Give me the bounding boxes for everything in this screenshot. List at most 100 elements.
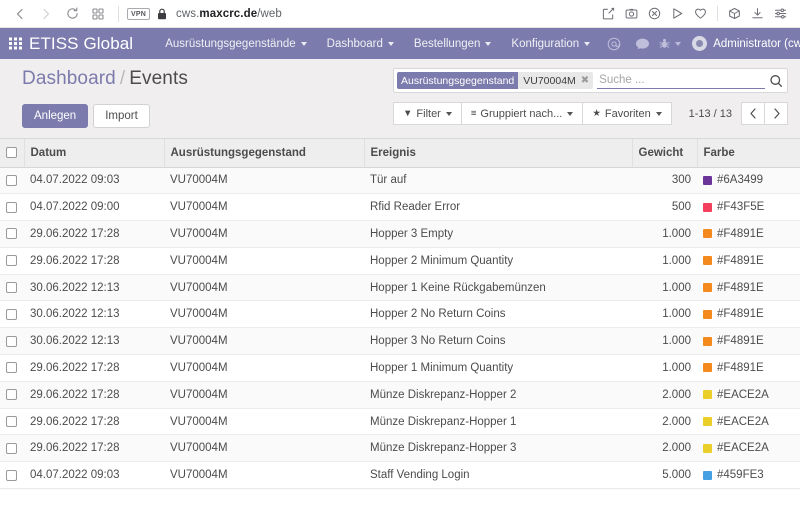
- filter-button[interactable]: ▼ Filter: [393, 102, 462, 125]
- color-swatch: [703, 443, 712, 453]
- pager: 1-13 / 13: [689, 102, 788, 125]
- debug-bug-icon[interactable]: [659, 33, 682, 55]
- table-row[interactable]: 29.06.2022 17:28 VU70004M Münze Diskrepanz…: [0, 408, 800, 436]
- table-row[interactable]: 04.07.2022 09:03 VU70004M Tür auf 300 #6A349…: [0, 167, 800, 195]
- mention-at-icon[interactable]: [603, 33, 625, 55]
- table-row[interactable]: VU70004MNormal9.999#0AA34F: [0, 488, 800, 490]
- breadcrumb-separator: /: [119, 68, 126, 89]
- cell-date: 29.06.2022 17:28: [24, 247, 164, 275]
- search-icon[interactable]: [769, 74, 783, 88]
- user-avatar[interactable]: [692, 36, 708, 51]
- table-row[interactable]: 30.06.2022 12:13 VU70004M Hopper 2 No Retu…: [0, 300, 800, 329]
- row-checkbox[interactable]: [6, 174, 17, 186]
- apps-grid-icon[interactable]: [8, 33, 23, 55]
- row-checkbox[interactable]: [6, 228, 17, 240]
- group-by-button[interactable]: ≡ Gruppiert nach...: [460, 102, 584, 125]
- shield-icon[interactable]: [643, 3, 666, 25]
- table-row[interactable]: 30.06.2022 12:13 VU70004M Hopper 3 No Retu…: [0, 327, 800, 356]
- close-x-icon[interactable]: ✖: [578, 72, 594, 89]
- cell-date: 30.06.2022 12:13: [24, 327, 164, 356]
- table-row[interactable]: 29.06.2022 17:28 VU70004M Münze Diskrepanz…: [0, 381, 800, 409]
- heart-icon[interactable]: [689, 3, 712, 25]
- column-header-event[interactable]: Ereignis: [364, 139, 633, 168]
- row-checkbox[interactable]: [6, 201, 17, 213]
- row-checkbox[interactable]: [6, 282, 17, 294]
- send-icon[interactable]: [666, 3, 689, 25]
- row-checkbox[interactable]: [6, 442, 17, 454]
- cell-color: #F4891E: [697, 354, 800, 382]
- cell-weight: 1.000: [632, 247, 697, 275]
- cell-date: 29.06.2022 17:28: [24, 408, 164, 436]
- table-row[interactable]: 29.06.2022 17:28 VU70004M Hopper 1 Minimum…: [0, 354, 800, 382]
- column-header-equipment[interactable]: Ausrüstungsgegenstand: [164, 139, 365, 168]
- row-checkbox[interactable]: [6, 335, 17, 347]
- row-checkbox[interactable]: [6, 469, 17, 481]
- menu-item-orders[interactable]: Bestellungen: [404, 28, 502, 59]
- app-brand-title[interactable]: ETISS Global: [29, 34, 133, 54]
- import-button[interactable]: Import: [93, 104, 150, 128]
- browser-toolbar: VPN cws.maxcrc.de/web: [0, 0, 800, 28]
- menu-item-equipment[interactable]: Ausrüstungsgegenstände: [155, 28, 316, 59]
- cell-equipment: VU70004M: [164, 461, 364, 490]
- search-facet-value: VU70004M: [518, 72, 579, 89]
- funnel-icon: ▼: [403, 108, 413, 119]
- chevron-down-icon: [300, 41, 307, 46]
- row-select-cell: [0, 274, 24, 302]
- url-path: /web: [257, 7, 282, 20]
- row-checkbox[interactable]: [6, 389, 17, 401]
- search-bar[interactable]: Ausrüstungsgegenstand VU70004M ✖: [393, 68, 788, 93]
- forward-button[interactable]: [34, 3, 58, 25]
- tab-overview-button[interactable]: [86, 3, 110, 25]
- cell-equipment: VU70004M: [164, 408, 364, 436]
- screenshot-icon[interactable]: [620, 3, 643, 25]
- download-icon[interactable]: [746, 3, 769, 25]
- color-hex-label: #F4891E: [717, 361, 764, 374]
- color-swatch: [703, 417, 712, 427]
- cell-event: Münze Diskrepanz-Hopper 3: [364, 434, 632, 463]
- cell-weight: 9.999: [632, 488, 697, 490]
- table-row[interactable]: 29.06.2022 17:28 VU70004M Münze Diskrepanz…: [0, 434, 800, 463]
- address-bar[interactable]: cws.maxcrc.de/web: [176, 8, 282, 20]
- filter-button-label: Filter: [416, 107, 441, 120]
- column-header-weight[interactable]: Gewicht: [632, 139, 698, 168]
- share-icon[interactable]: [597, 3, 620, 25]
- cell-color: #F4891E: [697, 327, 800, 356]
- table-row[interactable]: 29.06.2022 17:28 VU70004M Hopper 2 Minimum…: [0, 247, 800, 275]
- cell-equipment: VU70004M: [164, 247, 364, 275]
- cell-equipment: VU70004M: [164, 167, 364, 195]
- create-button[interactable]: Anlegen: [22, 104, 89, 128]
- row-checkbox[interactable]: [6, 416, 17, 428]
- select-all-checkbox[interactable]: [6, 147, 17, 159]
- table-row[interactable]: 30.06.2022 12:13 VU70004M Hopper 1 Keine R…: [0, 274, 800, 302]
- chat-bubble-icon[interactable]: [631, 33, 653, 55]
- settings-sliders-icon[interactable]: [769, 3, 792, 25]
- color-hex-label: #F43F5E: [717, 201, 765, 214]
- reload-button[interactable]: [60, 3, 84, 25]
- column-header-date[interactable]: Datum: [24, 139, 165, 168]
- search-input[interactable]: [597, 72, 765, 89]
- menu-item-configuration[interactable]: Konfiguration: [501, 28, 600, 59]
- breadcrumb-parent[interactable]: Dashboard: [22, 68, 116, 89]
- color-swatch: [703, 283, 712, 293]
- table-row[interactable]: 04.07.2022 09:00 VU70004M Rfid Reader Erro…: [0, 193, 800, 222]
- pager-prev-button[interactable]: [741, 102, 765, 125]
- chevron-down-icon: [387, 41, 394, 46]
- table-row[interactable]: 29.06.2022 17:28 VU70004M Hopper 3 Empty 1.…: [0, 220, 800, 248]
- cell-date: 29.06.2022 17:28: [24, 354, 164, 382]
- row-checkbox[interactable]: [6, 362, 17, 374]
- pager-next-button[interactable]: [764, 102, 788, 125]
- package-icon[interactable]: [723, 3, 746, 25]
- menu-item-dashboard[interactable]: Dashboard: [317, 28, 404, 59]
- table-row[interactable]: 04.07.2022 09:03 VU70004M Staff Vending Lo…: [0, 461, 800, 490]
- back-button[interactable]: [8, 3, 32, 25]
- cell-date: 29.06.2022 17:28: [24, 220, 164, 248]
- row-checkbox[interactable]: [6, 308, 17, 320]
- favorites-button[interactable]: ★ Favoriten: [582, 102, 672, 125]
- color-swatch: [703, 256, 712, 266]
- lock-icon[interactable]: [157, 8, 167, 20]
- user-menu[interactable]: Administrator (cws): [713, 38, 800, 50]
- row-checkbox[interactable]: [6, 255, 17, 267]
- select-all-header: [0, 139, 25, 168]
- column-header-color[interactable]: Farbe: [697, 139, 800, 168]
- color-swatch: [703, 202, 712, 212]
